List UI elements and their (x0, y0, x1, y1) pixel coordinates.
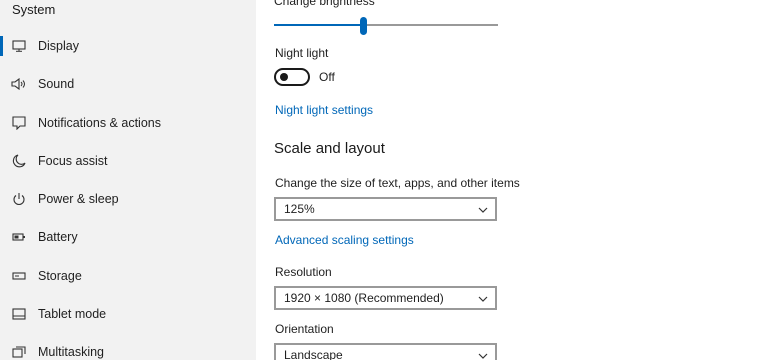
resolution-label: Resolution (275, 265, 332, 279)
sidebar-item-label: Sound (38, 77, 75, 91)
multitasking-icon (11, 344, 27, 360)
sidebar-item-label: Notifications & actions (38, 116, 161, 130)
sidebar-title: System (12, 2, 56, 17)
sidebar-item-multitasking[interactable]: Multitasking (0, 333, 256, 360)
battery-icon (11, 229, 27, 245)
sidebar-item-notifications[interactable]: Notifications & actions (0, 104, 256, 142)
brightness-label: Change brightness (274, 0, 375, 8)
text-size-label: Change the size of text, apps, and other… (275, 176, 520, 190)
tablet-icon (11, 306, 27, 322)
sidebar-item-label: Power & sleep (38, 192, 119, 206)
notification-icon (11, 115, 27, 131)
monitor-icon (11, 38, 27, 54)
scale-layout-heading: Scale and layout (274, 140, 385, 157)
toggle-knob (280, 73, 288, 81)
orientation-dropdown[interactable]: Landscape (274, 343, 497, 360)
storage-icon (11, 268, 27, 284)
advanced-scaling-link[interactable]: Advanced scaling settings (275, 233, 414, 247)
sidebar-item-label: Focus assist (38, 154, 108, 168)
sidebar-item-label: Storage (38, 269, 82, 283)
brightness-slider[interactable] (274, 17, 498, 35)
chevron-down-icon (477, 349, 489, 360)
night-light-state: Off (319, 70, 335, 84)
moon-icon (11, 153, 27, 169)
night-light-toggle[interactable] (274, 68, 310, 86)
scale-dropdown-value: 125% (284, 202, 315, 216)
speaker-icon (11, 76, 27, 92)
sidebar-item-label: Multitasking (38, 345, 104, 359)
resolution-dropdown-value: 1920 × 1080 (Recommended) (284, 291, 444, 305)
sidebar-item-label: Tablet mode (38, 307, 107, 321)
scale-dropdown[interactable]: 125% (274, 197, 497, 221)
night-light-label: Night light (275, 46, 329, 60)
night-light-settings-link[interactable]: Night light settings (275, 103, 373, 117)
selection-indicator (0, 36, 3, 56)
sidebar: System Display Sound Notifications & act… (0, 0, 256, 360)
power-icon (11, 191, 27, 207)
orientation-label: Orientation (275, 322, 334, 336)
resolution-dropdown[interactable]: 1920 × 1080 (Recommended) (274, 286, 497, 310)
sidebar-item-display[interactable]: Display (0, 27, 256, 65)
slider-fill (274, 24, 364, 26)
sidebar-item-battery[interactable]: Battery (0, 218, 256, 256)
sidebar-item-power-sleep[interactable]: Power & sleep (0, 180, 256, 218)
sidebar-item-tablet-mode[interactable]: Tablet mode (0, 295, 256, 333)
chevron-down-icon (477, 292, 489, 304)
sidebar-item-sound[interactable]: Sound (0, 65, 256, 103)
sidebar-item-focus-assist[interactable]: Focus assist (0, 142, 256, 180)
orientation-dropdown-value: Landscape (284, 348, 343, 360)
sidebar-item-label: Battery (38, 230, 78, 244)
slider-thumb[interactable] (360, 17, 367, 35)
sidebar-item-storage[interactable]: Storage (0, 257, 256, 295)
chevron-down-icon (477, 203, 489, 215)
sidebar-item-label: Display (38, 39, 79, 53)
